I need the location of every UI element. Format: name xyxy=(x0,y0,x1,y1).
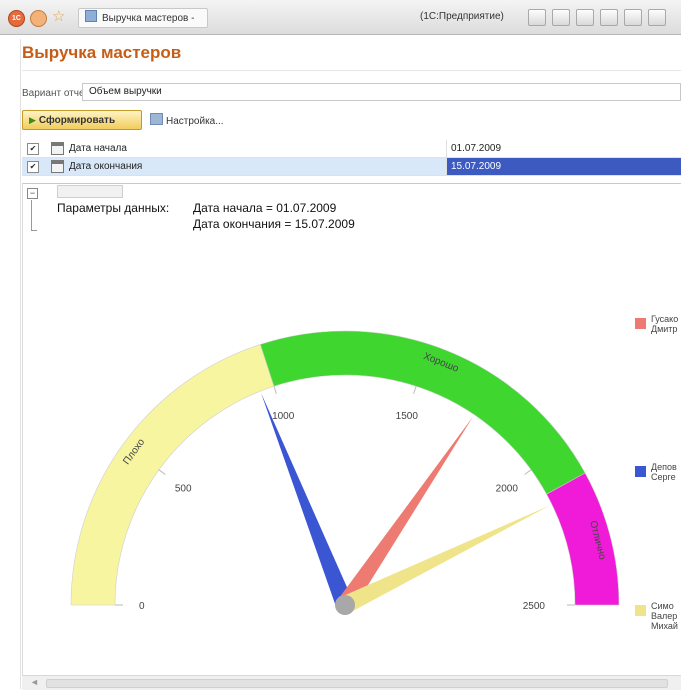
gauge-tick-label: 2500 xyxy=(523,601,546,612)
app-logo-icon[interactable]: 1С xyxy=(8,10,25,27)
preview-icon[interactable] xyxy=(552,9,570,26)
calc-icon[interactable] xyxy=(624,9,642,26)
legend-label: Гусако Дмитр xyxy=(651,314,679,334)
legend-swatch xyxy=(635,318,646,329)
favorites-star-icon[interactable]: ☆ xyxy=(52,9,67,25)
param-label: Дата окончания xyxy=(69,161,143,172)
window-tab[interactable]: Выручка мастеров - xyxy=(78,8,208,28)
gauge-tick-mark xyxy=(524,469,532,475)
gauge-tick-label: 0 xyxy=(139,601,145,612)
print-icon[interactable] xyxy=(528,9,546,26)
menu-circle-icon[interactable] xyxy=(30,10,47,27)
gauge-zone-0 xyxy=(70,344,275,606)
settings-icon xyxy=(150,113,163,125)
gauge-tick-label: 1000 xyxy=(272,411,295,422)
gauge-tick-mark xyxy=(273,386,277,395)
scroll-thumb[interactable] xyxy=(46,679,668,688)
param-label: Дата начала xyxy=(69,143,127,154)
gauge-tick-mark xyxy=(413,386,417,395)
report-output: − Параметры данных: Дата начала = 01.07.… xyxy=(22,183,681,676)
home-icon[interactable] xyxy=(600,9,618,26)
gauge-zone-2 xyxy=(546,472,620,606)
app-name: (1С:Предприятие) xyxy=(420,11,504,22)
document-icon xyxy=(85,10,97,22)
gauge-chart: ПлохоХорошоОтлично05001000 150020002500 xyxy=(70,330,620,615)
legend-swatch xyxy=(635,605,646,616)
gauge-tick-label: 1500 xyxy=(396,411,419,422)
legend-label: Симо Валер Михай xyxy=(651,601,678,631)
gauge-tick-mark xyxy=(158,469,166,475)
legend-swatch xyxy=(635,466,646,477)
legend-item: Депов Серге xyxy=(635,462,681,492)
scroll-left-icon[interactable]: ◄ xyxy=(30,677,39,687)
settings-button[interactable]: Настройка... xyxy=(150,113,224,127)
generate-button-label: Сформировать xyxy=(38,115,116,126)
end-date-checkbox[interactable]: ✔ xyxy=(27,161,39,173)
window-tab-title: Выручка мастеров - xyxy=(102,13,195,24)
calendar-icon xyxy=(51,160,64,173)
title-bar: 1С ☆ Выручка мастеров - (1С:Предприятие) xyxy=(0,0,681,35)
generate-button[interactable]: ▶ Сформировать xyxy=(22,110,142,130)
more-icon[interactable] xyxy=(648,9,666,26)
play-icon: ▶ xyxy=(29,115,36,125)
gauge-tick-label: 2000 xyxy=(496,483,519,494)
calendar-icon xyxy=(51,142,64,155)
gauge-zone-1 xyxy=(259,330,586,495)
legend-label: Депов Серге xyxy=(651,462,677,482)
end-date-field[interactable]: 15.07.2009 xyxy=(446,158,681,175)
gauge-hub xyxy=(335,595,355,615)
legend-item: Симо Валер Михай xyxy=(635,601,681,641)
param-row-start-date[interactable]: ✔ Дата начала 01.07.2009 xyxy=(22,140,681,158)
gauge-needle-0 xyxy=(261,393,354,609)
horizontal-scrollbar[interactable]: ◄ xyxy=(22,675,681,690)
toolbar-tools xyxy=(528,9,672,26)
params-table: ✔ Дата начала 01.07.2009 ✔ Дата окончани… xyxy=(22,140,681,176)
param-row-end-date[interactable]: ✔ Дата окончания 15.07.2009 xyxy=(22,158,681,176)
settings-button-label: Настройка... xyxy=(166,116,224,127)
save-icon[interactable] xyxy=(576,9,594,26)
gauge-tick-label: 500 xyxy=(175,483,192,494)
page-title: Выручка мастеров xyxy=(22,43,182,62)
start-date-checkbox[interactable]: ✔ xyxy=(27,143,39,155)
start-date-field[interactable]: 01.07.2009 xyxy=(446,140,681,157)
left-gutter xyxy=(0,39,21,689)
legend-item: Гусако Дмитр xyxy=(635,314,681,344)
variant-field[interactable]: Объем выручки xyxy=(82,83,681,101)
title-divider xyxy=(22,70,681,71)
